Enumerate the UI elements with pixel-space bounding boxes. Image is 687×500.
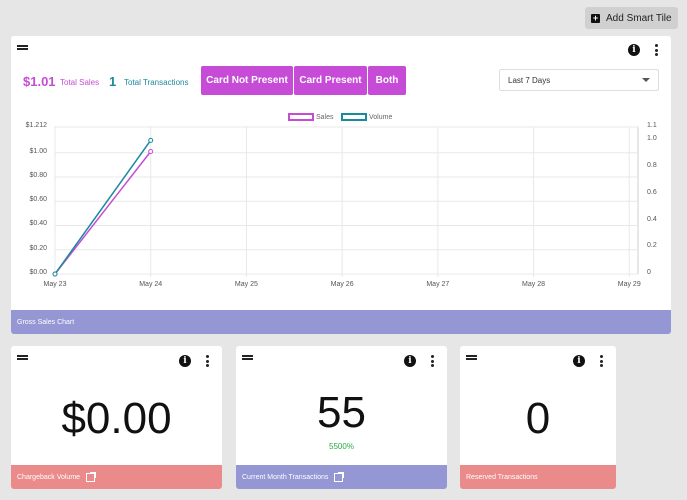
add-smart-tile-label: Add Smart Tile <box>606 12 672 24</box>
plus-icon: + <box>591 12 600 23</box>
x-tick-label: May 26 <box>330 281 354 288</box>
series-line-sales <box>54 151 152 275</box>
drag-handle-icon[interactable] <box>17 355 28 360</box>
y-right-tick-label: 0.2 <box>647 242 657 250</box>
gross-sales-chart-footer: Gross Sales Chart <box>11 310 671 334</box>
chargeback-volume-label: Chargeback Volume <box>17 473 81 481</box>
reserved-transactions-label: Reserved Transactions <box>466 473 538 481</box>
plot-frame <box>54 126 639 275</box>
y-right-tick-label: 0 <box>647 269 651 276</box>
x-tick-label: May 28 <box>522 281 546 288</box>
x-tick-label: May 24 <box>139 281 163 288</box>
y-right-tick-label: 0.4 <box>647 215 657 223</box>
reserved-transactions-value: 0 <box>525 394 551 443</box>
x-tick-label: May 25 <box>234 281 258 288</box>
info-icon[interactable]: i <box>573 355 585 367</box>
y-left-tick-label: $0.60 <box>29 196 47 204</box>
current-month-transactions-value: 55 <box>317 388 366 437</box>
chargeback-volume-value: $0.00 <box>61 394 172 443</box>
gross-sales-chart <box>52 126 639 277</box>
external-link-icon[interactable] <box>86 471 97 482</box>
percent-change-badge: 5500% <box>329 442 354 451</box>
data-point-sales <box>148 149 154 154</box>
y-left-tick-label: $0.40 <box>29 220 47 228</box>
reserved-transactions-tile: i 0 Reserved Transactions <box>460 346 616 489</box>
external-link-icon[interactable] <box>334 471 345 482</box>
drag-handle-icon[interactable] <box>242 355 253 360</box>
y-right-tick-label: 1.1 <box>647 122 657 129</box>
more-options-icon[interactable] <box>600 355 603 367</box>
more-options-icon[interactable] <box>431 355 434 367</box>
data-point-volume <box>148 137 154 143</box>
add-smart-tile-button[interactable]: + Add Smart Tile <box>585 7 678 29</box>
x-tick-label: May 23 <box>43 281 67 288</box>
y-left-tick-label: $1.00 <box>29 147 47 155</box>
gross-sales-card: i $1.01 Total Sales 1 Total Transactions… <box>11 36 671 334</box>
more-options-icon[interactable] <box>206 355 209 367</box>
info-icon[interactable]: i <box>404 355 416 367</box>
y-left-tick-label: $0.00 <box>29 269 47 276</box>
current-month-transactions-label: Current Month Transactions <box>242 473 329 481</box>
y-right-tick-label: 0.8 <box>647 162 657 170</box>
x-tick-label: May 27 <box>426 281 450 288</box>
current-month-transactions-tile: i 55 5500% Current Month Transactions <box>236 346 447 489</box>
series-line-volume <box>54 139 152 275</box>
chargeback-volume-tile: i $0.00 Chargeback Volume <box>11 346 222 489</box>
y-right-tick-label: 0.6 <box>647 188 657 196</box>
x-tick-label: May 29 <box>617 281 641 288</box>
y-left-tick-label: $1.212 <box>25 122 47 129</box>
y-left-tick-label: $0.20 <box>29 244 47 252</box>
info-icon[interactable]: i <box>179 355 191 367</box>
current-month-transactions-footer[interactable]: Current Month Transactions <box>236 465 447 489</box>
reserved-transactions-footer: Reserved Transactions <box>460 465 616 489</box>
y-left-tick-label: $0.80 <box>29 171 47 179</box>
data-point-volume <box>52 271 58 277</box>
drag-handle-icon[interactable] <box>466 355 477 360</box>
chargeback-volume-footer[interactable]: Chargeback Volume <box>11 465 222 489</box>
y-right-tick-label: 1.0 <box>647 135 657 143</box>
